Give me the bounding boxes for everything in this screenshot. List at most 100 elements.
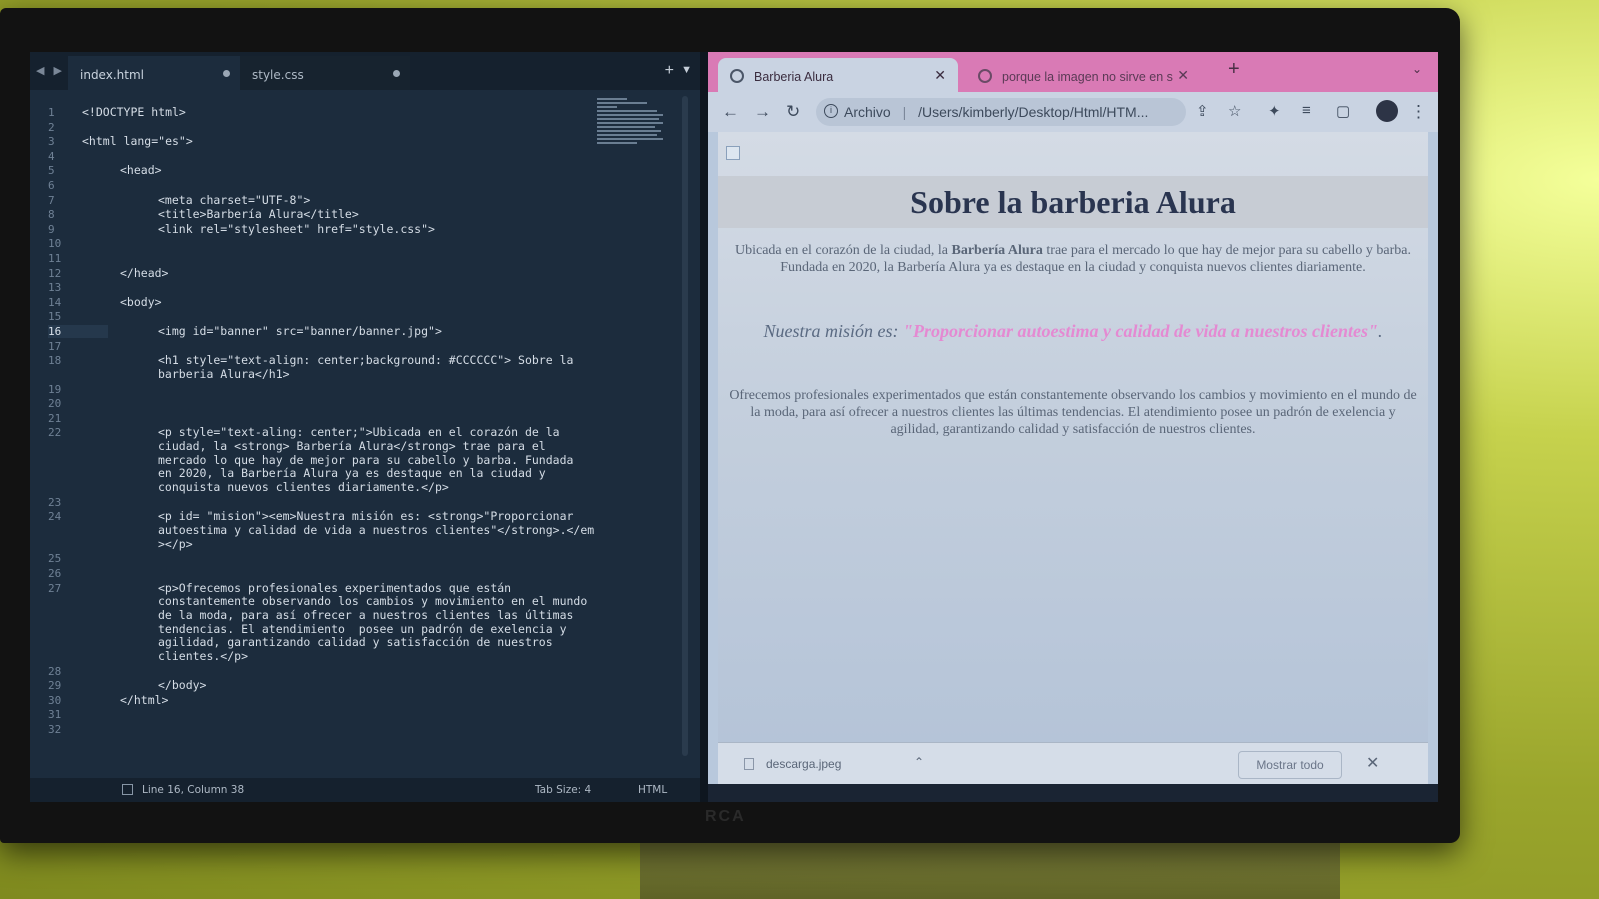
browser-tab-active[interactable]: Barberia Alura ✕	[718, 58, 958, 92]
info-icon[interactable]: i	[824, 104, 838, 118]
intro-brand: Barbería Alura	[951, 243, 1043, 258]
file-icon	[744, 758, 754, 770]
monitor-brand: RCA	[705, 808, 746, 825]
extensions-icon[interactable]: ✦	[1268, 102, 1281, 120]
page-title: Sobre la barberia Alura	[718, 176, 1428, 228]
code-line[interactable]: <p>Ofrecemos profesionales experimentado…	[158, 581, 587, 664]
mission-end: .	[1377, 321, 1383, 341]
chevron-up-icon[interactable]: ⌃	[914, 755, 924, 769]
code-line[interactable]: <head>	[120, 164, 162, 178]
services-paragraph: Ofrecemos profesionales experimentados q…	[729, 388, 1417, 437]
line-number: 11	[48, 252, 62, 265]
line-number: 5	[48, 164, 55, 178]
editor-status-bar: Line 16, Column 38 Tab Size: 4 HTML	[30, 778, 700, 802]
code-editor: ◀ ▶ index.html style.css + ▼ 1 2 3 4 5 6 7 8 9 10…	[30, 52, 700, 802]
code-line[interactable]: <body>	[120, 295, 162, 310]
line-number: 32	[48, 723, 62, 736]
close-icon[interactable]: ✕	[1366, 753, 1379, 773]
line-number: 6	[48, 179, 55, 192]
line-number: 18	[48, 354, 62, 368]
editor-tab-index[interactable]: index.html	[68, 56, 240, 90]
panel-toggle-icon[interactable]	[122, 784, 133, 795]
line-number: 30	[48, 693, 62, 707]
code-line[interactable]: <html lang="es">	[82, 134, 193, 149]
tab-nav-arrows-icon[interactable]: ◀ ▶	[36, 64, 65, 77]
line-number: 10	[48, 237, 62, 251]
share-icon[interactable]: ⇪	[1196, 102, 1209, 120]
address-scheme: Archivo	[844, 104, 891, 120]
back-icon[interactable]: ←	[722, 102, 739, 122]
code-line[interactable]: </body>	[158, 678, 206, 693]
reload-icon[interactable]: ↻	[786, 102, 800, 122]
line-number: 14	[48, 295, 62, 309]
tab-size[interactable]: Tab Size: 4	[535, 784, 591, 796]
download-bar: descarga.jpeg ⌃ Mostrar todo ✕	[718, 742, 1428, 784]
download-filename: descarga.jpeg	[766, 757, 842, 771]
line-number: 8	[48, 208, 55, 222]
line-number: 21	[48, 411, 62, 425]
chevron-down-icon[interactable]: ▼	[681, 64, 692, 76]
close-icon[interactable]: ✕	[1177, 67, 1189, 84]
line-number: 23	[48, 495, 62, 509]
code-line[interactable]: <link rel="stylesheet" href="style.css">	[158, 222, 435, 237]
unsaved-dot-icon[interactable]	[393, 70, 400, 77]
syntax-mode[interactable]: HTML	[638, 784, 667, 796]
screen-bottom-edge	[708, 784, 1438, 802]
google-icon	[978, 69, 992, 83]
minimap[interactable]	[597, 96, 673, 186]
code-line[interactable]: <title>Barbería Alura</title>	[158, 207, 359, 222]
page-viewport: Sobre la barberia Alura Ubicada en el co…	[718, 132, 1428, 742]
line-number: 9	[48, 222, 55, 236]
cursor-position[interactable]: Line 16, Column 38	[142, 784, 244, 796]
browser-tab-label: porque la imagen no sirve en s	[1002, 70, 1173, 84]
address-url: /Users/kimberly/Desktop/Html/HTM...	[918, 104, 1149, 120]
mission-label: Nuestra misión es:	[763, 321, 903, 341]
close-icon[interactable]: ✕	[934, 67, 946, 84]
editor-scrollbar[interactable]	[682, 96, 688, 756]
line-number: 24	[48, 510, 62, 524]
mission-statement: "Proporcionar autoestima y calidad de vi…	[903, 321, 1378, 341]
plus-icon[interactable]: +	[665, 62, 674, 80]
line-gutter: 1 2 3 4 5 6 7 8 9 10 11 12 13 14 15 16 17 18 19 20 21 22 23 24 2…	[30, 96, 108, 781]
code-line[interactable]: <meta charset="UTF-8">	[158, 193, 310, 208]
editor-tab-style[interactable]: style.css	[240, 56, 410, 90]
star-icon[interactable]: ☆	[1228, 102, 1241, 120]
forward-icon[interactable]: →	[754, 102, 771, 122]
line-number: 4	[48, 149, 55, 163]
line-number: 31	[48, 708, 62, 722]
line-number: 26	[48, 566, 62, 580]
code-line[interactable]: </head>	[120, 266, 168, 281]
code-line[interactable]: </html>	[120, 693, 168, 708]
code-line[interactable]: <img id="banner" src="banner/banner.jpg"…	[158, 324, 442, 339]
address-separator: |	[902, 104, 907, 120]
show-all-button[interactable]: Mostrar todo	[1238, 751, 1342, 779]
broken-image-icon	[726, 146, 740, 160]
line-number: 13	[48, 281, 62, 295]
unsaved-dot-icon[interactable]	[223, 70, 230, 77]
line-number: 15	[48, 310, 62, 324]
profile-avatar[interactable]	[1376, 100, 1398, 122]
new-tab-icon[interactable]: +	[1228, 58, 1240, 81]
code-line[interactable]: <!DOCTYPE html>	[82, 105, 186, 120]
media-icon[interactable]: ≡	[1302, 102, 1311, 119]
line-number: 29	[48, 679, 62, 693]
side-panel-icon[interactable]: ▢	[1336, 102, 1350, 120]
browser-tab-label: Barberia Alura	[754, 70, 834, 84]
line-number: 27	[48, 581, 62, 595]
editor-tab-bar: ◀ ▶ index.html style.css + ▼	[30, 52, 700, 90]
browser-window: Barberia Alura ✕ porque la imagen no sir…	[708, 52, 1438, 802]
globe-icon	[730, 69, 744, 83]
code-line[interactable]: <p style="text-aling: center;">Ubicada e…	[158, 425, 573, 495]
menu-dots-icon[interactable]: ⋮	[1410, 102, 1427, 122]
screen: ◀ ▶ index.html style.css + ▼ 1 2 3 4 5 6 7 8 9 10…	[30, 52, 1438, 802]
browser-tab-search[interactable]: porque la imagen no sirve en s ✕	[966, 58, 1201, 92]
address-bar[interactable]: i Archivo | /Users/kimberly/Desktop/Html…	[816, 98, 1186, 126]
browser-toolbar: ← → ↻ i Archivo | /Users/kimberly/Deskto…	[708, 92, 1438, 132]
line-number: 17	[48, 339, 62, 353]
chevron-down-icon[interactable]: ⌄	[1412, 62, 1422, 76]
code-line[interactable]: <p id= "mision"><em>Nuestra misión es: <…	[158, 509, 594, 551]
code-line[interactable]: <h1 style="text-align: center;background…	[158, 353, 573, 381]
line-number: 12	[48, 266, 62, 280]
download-item[interactable]: descarga.jpeg ⌃	[730, 743, 930, 785]
editor-tab-label: index.html	[80, 68, 144, 82]
